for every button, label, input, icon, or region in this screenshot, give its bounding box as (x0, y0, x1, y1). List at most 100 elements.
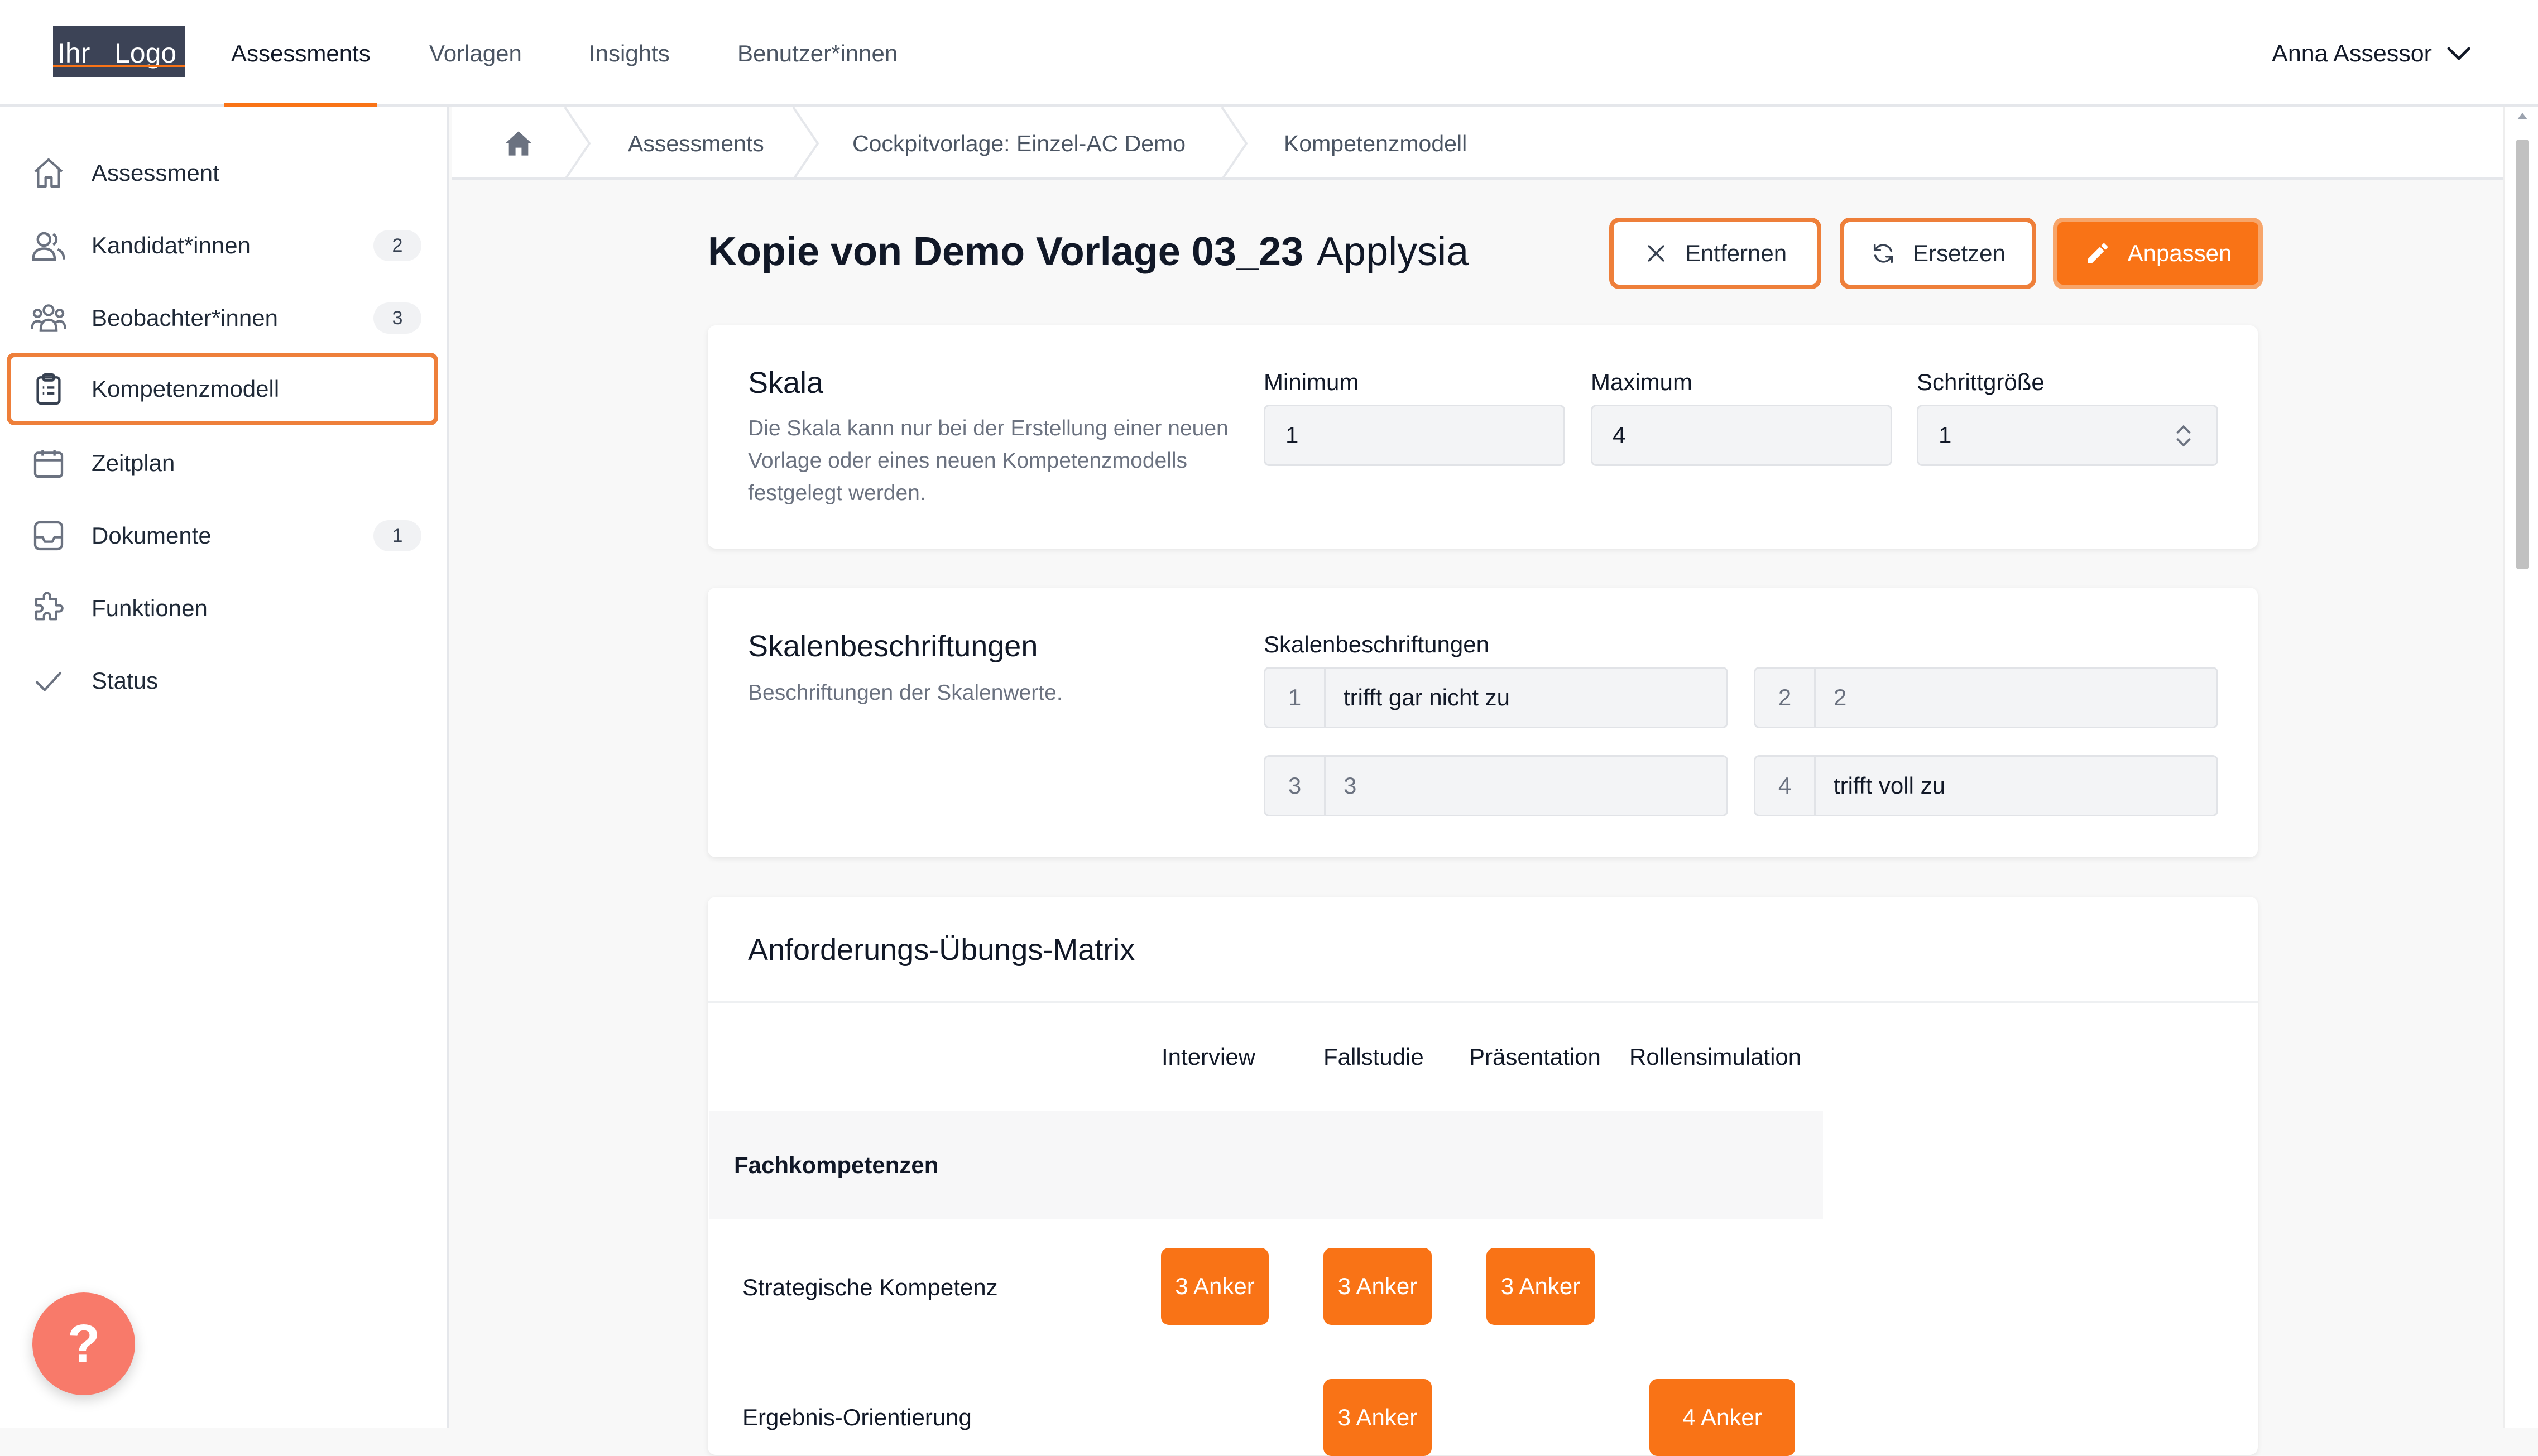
sidebar-item-label: Status (92, 667, 159, 694)
breadcrumb-assessments[interactable]: Assessments (628, 107, 764, 180)
sidebar-item-label: Dokumente (92, 522, 212, 549)
inbox-icon (29, 516, 68, 555)
scale-labels-title: Skalenbeschriftungen (748, 630, 1038, 663)
breadcrumb: Assessments Cockpitvorlage: Einzel-AC De… (452, 107, 2503, 180)
chevron-up-down-icon (2176, 425, 2191, 447)
sidebar-item-label: Assessment (92, 160, 219, 186)
scale-label-row[interactable]: 2 2 (1754, 667, 2218, 728)
refresh-icon (1870, 241, 1896, 266)
scale-label-number: 1 (1265, 669, 1326, 727)
sidebar-item-dokumente[interactable]: Dokumente 1 (7, 499, 438, 572)
step-label: Schrittgröße (1917, 369, 2045, 395)
anchor-button[interactable]: 3 Anker (1486, 1248, 1595, 1325)
scale-description: Die Skala kann nur bei der Erstellung ei… (748, 416, 1229, 505)
scroll-up-arrow[interactable] (2517, 113, 2527, 119)
matrix-group-header: Fachkompetenzen (709, 1111, 1823, 1219)
min-value: 1 (1285, 422, 1299, 448)
min-label: Minimum (1264, 369, 1359, 395)
puzzle-icon (29, 589, 68, 628)
matrix-column-fallstudie: Fallstudie (1323, 1044, 1424, 1070)
customize-button[interactable]: Anpassen (2053, 218, 2263, 289)
scroll-thumb[interactable] (2516, 140, 2529, 569)
logo[interactable]: Ihr Logo (53, 26, 185, 77)
breadcrumb-separator (792, 107, 819, 180)
replace-button-label: Ersetzen (1913, 240, 2006, 266)
users-icon (29, 226, 68, 265)
sidebar-item-status[interactable]: Status (7, 645, 438, 717)
anchor-button[interactable]: 4 Anker (1649, 1379, 1795, 1456)
user-group-icon (29, 299, 68, 338)
scale-label-text: 3 (1344, 772, 1357, 799)
clipboard-icon (29, 369, 68, 409)
matrix-row-label: Strategische Kompetenz (742, 1274, 998, 1300)
breadcrumb-current: Kompetenzmodell (1284, 130, 1467, 156)
breadcrumb-separator (1221, 107, 1248, 180)
sidebar-item-beobachter[interactable]: Beobachter*innen 3 (7, 282, 438, 354)
scale-label-row[interactable]: 3 3 (1264, 755, 1728, 816)
max-label: Maximum (1591, 369, 1693, 395)
anchor-button[interactable]: 3 Anker (1161, 1248, 1269, 1325)
user-menu[interactable]: Anna Assessor (2272, 33, 2471, 74)
matrix-title: Anforderungs-Übungs-Matrix (748, 933, 1135, 967)
step-select[interactable]: 1 (1917, 405, 2218, 466)
anchor-button[interactable]: 3 Anker (1323, 1248, 1432, 1325)
customize-button-label: Anpassen (2127, 240, 2232, 266)
scale-card: Skala Die Skala kann nur bei der Erstell… (708, 325, 2258, 549)
chevron-down-icon (2447, 47, 2470, 60)
count-badge: 2 (373, 230, 421, 261)
replace-button[interactable]: Ersetzen (1840, 218, 2036, 289)
home-icon[interactable] (504, 107, 533, 180)
sidebar-item-funktionen[interactable]: Funktionen (7, 572, 438, 645)
matrix-column-interview: Interview (1162, 1044, 1256, 1070)
sidebar-item-label: Kandidat*innen (92, 232, 251, 258)
scale-labels-field-label: Skalenbeschriftungen (1264, 631, 1489, 657)
sidebar-item-zeitplan[interactable]: Zeitplan (7, 427, 438, 499)
scale-label-row[interactable]: 1 trifft gar nicht zu (1264, 667, 1728, 728)
scale-label-number: 4 (1755, 757, 1816, 815)
top-bar: Ihr Logo Assessments Vorlagen Insights B… (0, 0, 2538, 107)
matrix-column-rollensimulation: Rollensimulation (1629, 1044, 1802, 1070)
check-icon (29, 661, 68, 700)
sidebar: Assessment Kandidat*innen 2 Beobachter*i… (0, 107, 449, 1428)
sidebar-item-label: Kompetenzmodell (92, 376, 280, 402)
remove-button[interactable]: Entfernen (1609, 218, 1821, 289)
home-icon (29, 153, 68, 193)
max-field[interactable]: 4 (1591, 405, 1892, 466)
logo-underline (53, 65, 185, 67)
breadcrumb-separator (564, 107, 591, 180)
sidebar-item-assessment[interactable]: Assessment (7, 137, 438, 209)
sidebar-item-label: Beobachter*innen (92, 305, 278, 331)
nav-benutzer[interactable]: Benutzer*innen (737, 0, 898, 107)
nav-insights[interactable]: Insights (589, 0, 670, 107)
min-field[interactable]: 1 (1264, 405, 1565, 466)
max-value: 4 (1613, 422, 1626, 448)
scale-title: Skala (748, 366, 824, 400)
scale-label-number: 3 (1265, 757, 1326, 815)
help-button[interactable]: ? (32, 1292, 135, 1395)
matrix-row-label: Ergebnis-Orientierung (742, 1404, 972, 1430)
scale-label-row[interactable]: 4 trifft voll zu (1754, 755, 2218, 816)
page-title-main: Kopie von Demo Vorlage 03_23 (708, 229, 1304, 274)
user-name: Anna Assessor (2272, 40, 2432, 67)
remove-button-label: Entfernen (1685, 240, 1787, 266)
pencil-icon (2084, 240, 2111, 267)
scale-label-text: 2 (1834, 684, 1847, 710)
calendar-icon (29, 444, 68, 483)
scrollbar[interactable] (2503, 107, 2538, 1428)
sidebar-item-kompetenzmodell[interactable]: Kompetenzmodell (7, 353, 438, 425)
matrix-column-praesentation: Präsentation (1469, 1044, 1601, 1070)
sidebar-item-kandidaten[interactable]: Kandidat*innen 2 (7, 209, 438, 282)
page-title-org: Applysia (1317, 229, 1469, 274)
scale-label-text: trifft voll zu (1834, 772, 1945, 799)
scale-label-text: trifft gar nicht zu (1344, 684, 1510, 710)
page-title: Kopie von Demo Vorlage 03_23 Applysia (708, 229, 1469, 275)
nav-assessments[interactable]: Assessments (224, 0, 377, 107)
divider (708, 1001, 2258, 1003)
count-badge: 3 (373, 302, 421, 334)
scale-label-number: 2 (1755, 669, 1816, 727)
count-badge: 1 (373, 520, 421, 551)
sidebar-item-label: Zeitplan (92, 450, 175, 476)
breadcrumb-template[interactable]: Cockpitvorlage: Einzel-AC Demo (852, 107, 1186, 180)
anchor-button[interactable]: 3 Anker (1323, 1379, 1432, 1456)
nav-vorlagen[interactable]: Vorlagen (429, 0, 522, 107)
